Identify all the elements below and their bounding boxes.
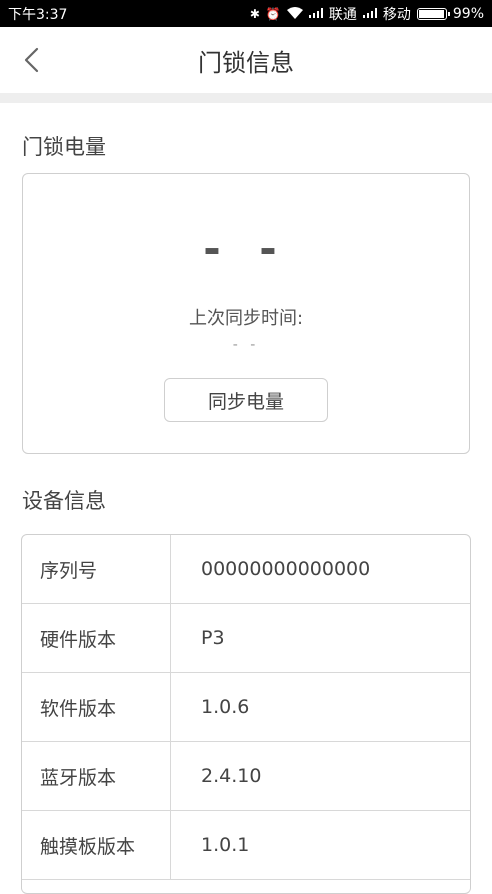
status-time: 下午3:37 — [8, 6, 68, 23]
table-row: 蓝牙版本 2.4.10 — [22, 742, 470, 811]
row-value: 2.4.10 — [201, 765, 262, 787]
battery-section-title: 门锁电量 — [22, 135, 106, 159]
row-value: 1.0.6 — [201, 696, 250, 718]
row-key: 蓝牙版本 — [22, 742, 171, 810]
row-key: 软件版本 — [22, 673, 171, 741]
back-button[interactable] — [16, 43, 46, 77]
signal-icon — [362, 7, 377, 20]
chevron-left-icon — [24, 47, 39, 73]
row-key: 硬件版本 — [22, 604, 171, 672]
row-key: 序列号 — [22, 535, 171, 603]
device-section-title: 设备信息 — [22, 489, 106, 513]
sync-label: 上次同步时间: — [188, 308, 304, 329]
battery-percent: 99% — [452, 5, 484, 22]
row-value: 00000000000000 — [201, 558, 371, 580]
signal-icon — [308, 7, 323, 20]
row-key: 触摸板版本 — [22, 811, 171, 879]
carrier-2: 移动 — [382, 6, 411, 23]
status-bar: 下午3:37 ✱ ⏰ 联通 移动 99% — [0, 0, 492, 27]
sync-time: - - — [232, 337, 260, 353]
table-row: 软件版本 1.0.6 — [22, 673, 470, 742]
nav-bar: 门锁信息 — [0, 27, 492, 93]
status-icons: ✱ ⏰ 联通 移动 99% — [250, 4, 484, 24]
table-row: 触摸板版本 1.0.1 — [22, 811, 470, 880]
table-row: 序列号 00000000000000 — [22, 535, 470, 604]
battery-card: - - 上次同步时间: - - 同步电量 — [22, 173, 470, 454]
wifi-icon — [286, 6, 303, 21]
row-value: P3 — [201, 627, 225, 649]
page-title: 门锁信息 — [198, 48, 294, 77]
bluetooth-icon: ✱ — [249, 6, 260, 21]
table-row: 硬件版本 P3 — [22, 604, 470, 673]
alarm-icon: ⏰ — [265, 6, 281, 21]
battery-level: - - — [203, 224, 289, 273]
carrier-1: 联通 — [328, 6, 357, 23]
sync-battery-button[interactable]: 同步电量 — [164, 378, 328, 422]
header-divider — [0, 93, 492, 103]
battery-icon — [416, 7, 450, 20]
device-info-table: 序列号 00000000000000 硬件版本 P3 软件版本 1.0.6 蓝牙… — [21, 534, 471, 894]
row-value: 1.0.1 — [201, 834, 250, 856]
